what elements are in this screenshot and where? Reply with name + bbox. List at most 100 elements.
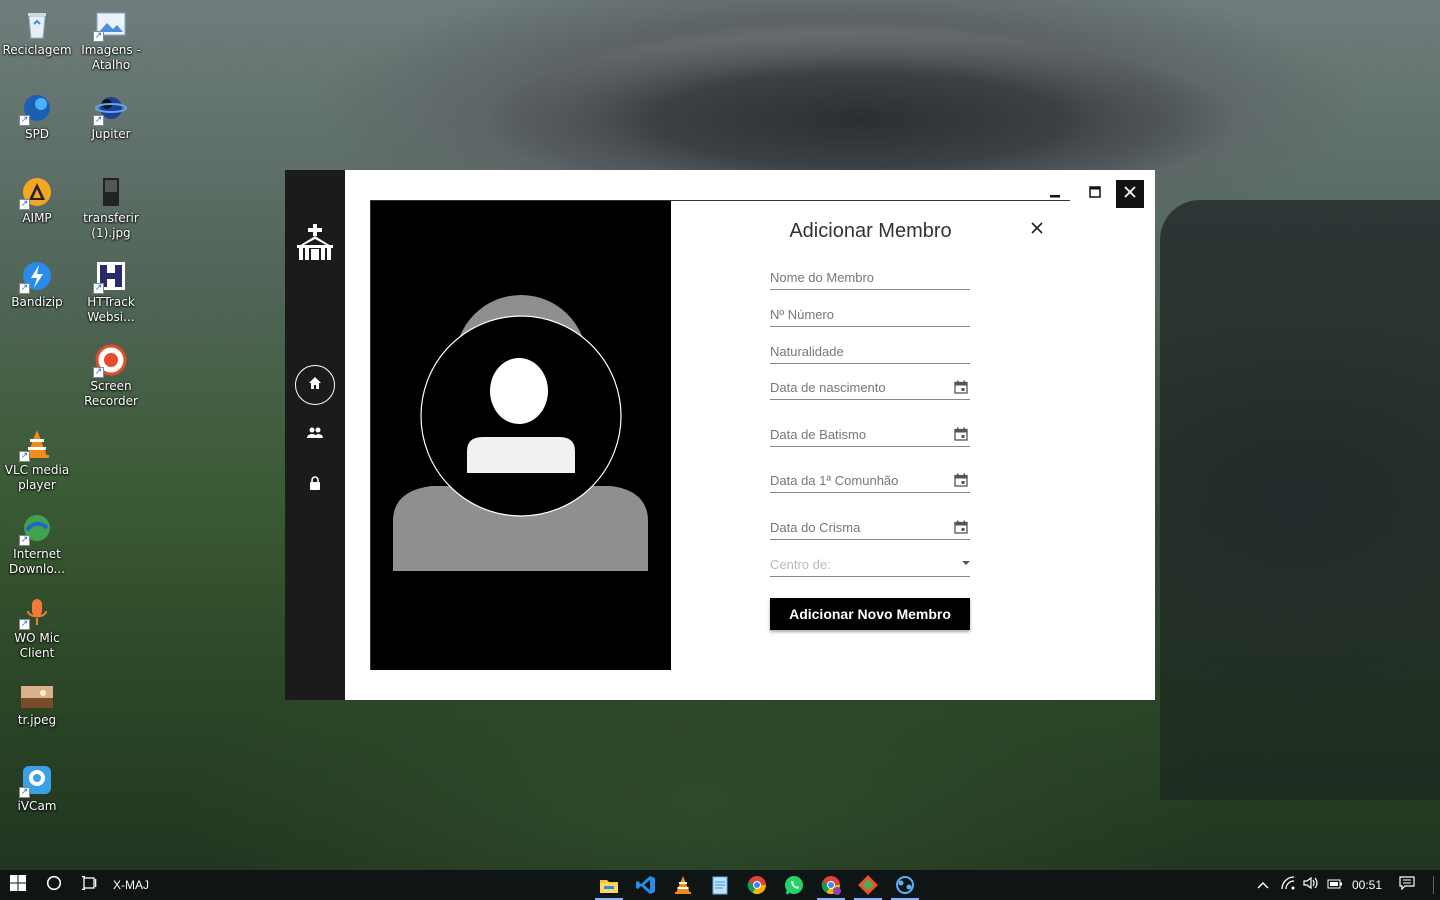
task-view-button[interactable] xyxy=(80,875,100,894)
sidebar-item-security[interactable] xyxy=(295,465,335,505)
recycle-bin-icon xyxy=(21,8,53,40)
wallpaper-structure xyxy=(1160,200,1440,800)
images-shortcut-icon: ↗ xyxy=(93,8,127,42)
calendar-icon[interactable] xyxy=(954,520,968,534)
member-name-field[interactable]: Nome do Membro xyxy=(770,268,970,290)
centro-select[interactable]: Centro de: xyxy=(770,555,970,577)
maximize-button[interactable] xyxy=(1081,180,1109,208)
baptism-date-field[interactable]: Data de Batismo xyxy=(770,425,970,447)
notifications-button[interactable] xyxy=(1398,875,1416,894)
calendar-icon[interactable] xyxy=(954,427,968,441)
desktop-icon-label: Bandizip xyxy=(11,295,63,309)
chrome-icon xyxy=(746,876,768,900)
desktop-icon-httrack[interactable]: ↗ HTTrack Websi... xyxy=(74,260,148,325)
member-number-placeholder: Nº Número xyxy=(770,307,834,322)
modal-close-button[interactable] xyxy=(1028,219,1046,237)
bandizip-icon: ↗ xyxy=(19,260,53,294)
chevron-down-icon xyxy=(962,561,970,565)
volume-icon xyxy=(1303,876,1319,895)
desktop-icon-label: SPD xyxy=(24,127,50,141)
wifi-icon xyxy=(1281,875,1297,895)
desktop-icon-label: tr.jpeg xyxy=(17,713,57,727)
cortana-icon xyxy=(46,875,62,896)
add-member-button[interactable]: Adicionar Novo Membro xyxy=(770,598,970,630)
centro-placeholder: Centro de: xyxy=(770,557,831,572)
taskbar: X-MAJ 00:51 xyxy=(0,870,1440,900)
desktop-icon-vlc[interactable]: ↗ VLC media player xyxy=(0,428,74,493)
calendar-icon[interactable] xyxy=(954,380,968,394)
desktop-icon-idm[interactable]: ↗ Internet Downlo... xyxy=(0,512,74,577)
close-icon xyxy=(1124,185,1136,203)
httrack-icon: ↗ xyxy=(93,260,127,294)
member-form: Adicionar Membro Nome do Membro Nº Númer… xyxy=(671,201,1070,670)
naturalidade-field[interactable]: Naturalidade xyxy=(770,342,970,364)
desktop-icon-label: WO Mic Client xyxy=(14,631,60,660)
modal-title: Adicionar Membro xyxy=(789,220,952,242)
vlc-icon xyxy=(672,876,694,900)
desktop-icon-reciclagem[interactable]: Reciclagem xyxy=(0,8,74,58)
sidebar-item-members[interactable] xyxy=(295,415,335,455)
taskbar-app-chrome-profile[interactable] xyxy=(817,874,845,900)
volume-button[interactable] xyxy=(1302,876,1320,894)
sidebar xyxy=(285,170,345,700)
tray-overflow-button[interactable] xyxy=(1255,876,1271,894)
taskbar-label: X-MAJ xyxy=(111,876,151,894)
wifi-button[interactable] xyxy=(1280,875,1298,895)
image-file-icon xyxy=(21,686,53,710)
desktop-icon-transferir[interactable]: transferir (1).jpg xyxy=(74,176,148,241)
people-icon xyxy=(307,426,323,444)
clock[interactable]: 00:51 xyxy=(1350,876,1384,894)
birth-date-field[interactable]: Data de nascimento xyxy=(770,378,970,400)
desktop-icon-label: Screen Recorder xyxy=(84,379,138,408)
search-button[interactable] xyxy=(44,875,64,896)
desktop-icon-label: Imagens - Atalho xyxy=(81,43,141,72)
desktop-icon-label: HTTrack Websi... xyxy=(87,295,135,324)
avatar-placeholder[interactable] xyxy=(371,201,671,670)
show-desktop-button[interactable] xyxy=(1432,876,1434,894)
desktop-icon-imagens[interactable]: ↗ Imagens - Atalho xyxy=(74,8,148,73)
desktop-icon-screenrecorder[interactable]: ↗ Screen Recorder xyxy=(74,344,148,409)
image-file-icon xyxy=(95,176,127,208)
desktop-icon-spd[interactable]: ↗ SPD xyxy=(0,92,74,142)
calendar-icon[interactable] xyxy=(954,473,968,487)
battery-button[interactable] xyxy=(1326,876,1344,894)
lock-icon xyxy=(309,475,321,495)
taskbar-app-file-explorer[interactable] xyxy=(595,874,623,900)
spd-icon: ↗ xyxy=(19,92,53,126)
taskbar-app-git[interactable] xyxy=(854,874,882,900)
desktop-icon-label: transferir (1).jpg xyxy=(83,211,139,240)
confirmation-date-field[interactable]: Data do Crisma xyxy=(770,518,970,540)
taskbar-app-whatsapp[interactable] xyxy=(783,874,805,896)
desktop-icon-jupiter[interactable]: ↗ Jupiter xyxy=(74,92,148,142)
sidebar-item-home[interactable] xyxy=(295,365,335,405)
desktop-icon-label: Reciclagem xyxy=(2,43,72,57)
battery-icon xyxy=(1327,876,1343,894)
internet-download-manager-icon: ↗ xyxy=(19,512,53,546)
desktop-icon-trjpeg[interactable]: tr.jpeg xyxy=(0,686,74,728)
show-desktop-divider xyxy=(1432,876,1434,894)
notepad-icon xyxy=(709,876,731,900)
desktop-icon-ivcam[interactable]: ↗ iVCam xyxy=(0,764,74,814)
start-button[interactable] xyxy=(8,874,28,896)
taskbar-app-notepad[interactable] xyxy=(709,874,731,896)
chevron-up-icon xyxy=(1257,876,1269,894)
baptism-date-placeholder: Data de Batismo xyxy=(770,427,867,442)
desktop-icon-aimp[interactable]: ↗ AIMP xyxy=(0,176,74,226)
taskbar-app-chrome[interactable] xyxy=(746,874,768,896)
church-icon[interactable] xyxy=(295,222,335,262)
desktop-icon-womic[interactable]: ↗ WO Mic Client xyxy=(0,596,74,661)
clock-time: 00:51 xyxy=(1351,878,1383,892)
naturalidade-placeholder: Naturalidade xyxy=(770,344,844,359)
window-close-button[interactable] xyxy=(1116,180,1144,208)
first-communion-date-field[interactable]: Data da 1ª Comunhão xyxy=(770,471,970,493)
desktop-icon-bandizip[interactable]: ↗ Bandizip xyxy=(0,260,74,310)
taskbar-app-vlc[interactable] xyxy=(672,874,694,896)
windows-icon xyxy=(10,874,26,896)
member-number-field[interactable]: Nº Número xyxy=(770,305,970,327)
whatsapp-icon xyxy=(783,876,805,900)
taskbar-app-vscode[interactable] xyxy=(635,874,657,896)
taskbar-app-network[interactable] xyxy=(891,874,919,900)
first-communion-date-placeholder: Data da 1ª Comunhão xyxy=(770,473,899,488)
ivcam-icon: ↗ xyxy=(19,764,53,798)
microphone-icon: ↗ xyxy=(19,596,53,630)
